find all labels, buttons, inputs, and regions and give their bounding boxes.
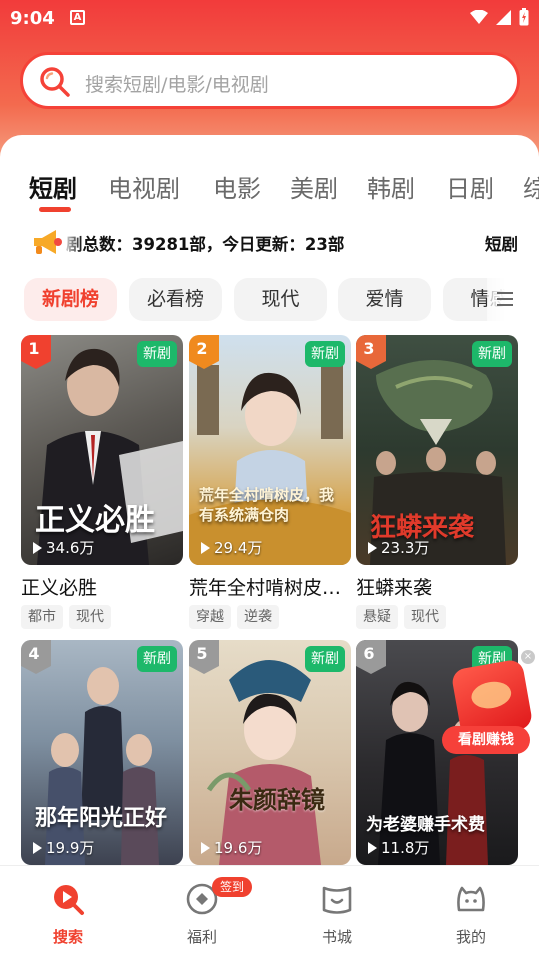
- profile-face-icon: [457, 886, 485, 912]
- tab-tv-series[interactable]: 电视剧: [108, 169, 180, 204]
- drama-poster[interactable]: 5 新剧 朱颜辞镜 19.6万: [189, 640, 351, 865]
- rank-badge: 2: [189, 335, 219, 369]
- new-badge: 新剧: [305, 646, 345, 672]
- play-icon: [368, 541, 377, 554]
- drama-title[interactable]: 荒年全村啃树皮，我有系统满仓肉: [189, 573, 351, 600]
- new-badge: 新剧: [137, 341, 177, 367]
- drama-tag: 悬疑: [356, 605, 398, 629]
- new-badge: 新剧: [305, 341, 345, 367]
- view-count: 19.6万: [201, 837, 262, 858]
- drama-tag: 现代: [69, 605, 111, 629]
- nav-search-label: 搜索: [52, 928, 83, 946]
- battery-icon: [519, 8, 529, 26]
- poster-title: 那年阳光正好: [35, 806, 168, 831]
- notice-bar[interactable]: 剧总数：39281部，今日更新：23部 短剧: [0, 225, 539, 259]
- new-badge: 新剧: [472, 341, 512, 367]
- tab-movie[interactable]: 电影: [213, 169, 261, 204]
- menu-icon: [497, 292, 513, 306]
- wifi-icon: [470, 10, 488, 24]
- notice-fade-left: [62, 225, 82, 259]
- search-bar[interactable]: 搜索短剧/电影/电视剧: [20, 52, 520, 109]
- tab-variety[interactable]: 综: [523, 169, 539, 204]
- play-icon: [368, 841, 377, 854]
- drama-poster[interactable]: 4 新剧 那年阳光正好 19.9万: [21, 640, 183, 865]
- play-icon: [33, 841, 42, 854]
- drama-poster[interactable]: 1 新剧 正义必胜 34.6万: [21, 335, 183, 565]
- rank-badge: 5: [189, 640, 219, 674]
- status-time: 9:04: [10, 8, 55, 29]
- nav-bookstore-label: 书城: [321, 928, 352, 946]
- earn-promo-label: 看剧赚钱: [442, 726, 530, 754]
- category-tabs: 短剧 电视剧 电影 美剧 韩剧 日剧 综: [0, 165, 539, 215]
- poster-title: 正义必胜: [35, 503, 155, 538]
- rank-badge: 6: [356, 640, 386, 674]
- status-bar: 9:04 A: [0, 0, 539, 36]
- play-icon: [201, 841, 210, 854]
- active-tab-indicator: [39, 207, 71, 212]
- poster-title: 朱颜辞镜: [229, 786, 325, 814]
- view-count: 29.4万: [201, 537, 262, 558]
- drama-tag: 穿越: [189, 605, 231, 629]
- rank-badge: 3: [356, 335, 386, 369]
- tab-korean-drama[interactable]: 韩剧: [367, 169, 415, 204]
- nav-profile[interactable]: 我的: [431, 882, 511, 947]
- poster-title: 为老婆赚手术费: [366, 815, 485, 835]
- sign-in-badge[interactable]: 签到: [212, 877, 252, 897]
- play-icon: [201, 541, 210, 554]
- drama-title[interactable]: 狂蟒来袭: [356, 573, 518, 600]
- play-icon: [33, 541, 42, 554]
- notice-text: 剧总数：39281部，今日更新：23部: [66, 235, 345, 254]
- close-icon[interactable]: ×: [521, 650, 535, 664]
- notice-fade-right: [519, 225, 539, 259]
- megaphone-icon: [34, 230, 62, 254]
- bottom-nav: 搜索 福利 书城 我的: [0, 865, 539, 958]
- view-count: 11.8万: [368, 837, 429, 858]
- drama-title[interactable]: 正义必胜: [21, 573, 183, 600]
- earn-promo-widget[interactable]: × 看剧赚钱: [436, 650, 536, 754]
- drama-poster[interactable]: 3 新剧 狂蟒来袭 23.3万: [356, 335, 518, 565]
- poster-art: [189, 361, 351, 565]
- new-badge: 新剧: [137, 646, 177, 672]
- search-placeholder: 搜索短剧/电影/电视剧: [85, 74, 269, 96]
- drama-tag: 现代: [404, 605, 446, 629]
- notice-text-next: 短剧: [485, 235, 518, 254]
- chip-menu-button[interactable]: [487, 278, 539, 322]
- chip-new-ranking[interactable]: 新剧榜: [24, 278, 117, 321]
- rank-badge: 1: [21, 335, 51, 369]
- drama-tags: 都市 现代: [21, 605, 111, 629]
- view-count: 23.3万: [368, 537, 429, 558]
- book-icon: [322, 886, 352, 914]
- chip-must-watch[interactable]: 必看榜: [129, 278, 222, 321]
- system-icons: [470, 8, 529, 26]
- nav-bookstore[interactable]: 书城: [297, 882, 377, 947]
- drama-poster[interactable]: 2 新剧 荒年全村啃树皮，我有系统满仓肉 29.4万: [189, 335, 351, 565]
- chip-romance[interactable]: 爱情: [338, 278, 431, 321]
- poster-title: 荒年全村啃树皮，我有系统满仓肉: [199, 486, 335, 524]
- chip-modern[interactable]: 现代: [234, 278, 327, 321]
- view-count: 19.9万: [33, 837, 94, 858]
- tab-japanese-drama[interactable]: 日剧: [446, 169, 494, 204]
- drama-tag: 都市: [21, 605, 63, 629]
- filter-chips: 新剧榜 必看榜 现代 爱情 情感: [0, 278, 539, 322]
- nav-welfare-label: 福利: [186, 928, 217, 946]
- tab-us-drama[interactable]: 美剧: [290, 169, 338, 204]
- signal-icon: [496, 9, 511, 25]
- search-play-icon: [54, 885, 84, 915]
- nav-search[interactable]: 搜索: [28, 882, 108, 947]
- tab-short-drama[interactable]: 短剧: [29, 169, 77, 204]
- drama-tag: 逆袭: [237, 605, 279, 629]
- search-icon: [40, 67, 70, 97]
- notification-icon: A: [70, 10, 85, 25]
- rank-badge: 4: [21, 640, 51, 674]
- drama-tags: 穿越 逆袭: [189, 605, 279, 629]
- view-count: 34.6万: [33, 537, 94, 558]
- nav-profile-label: 我的: [455, 928, 486, 946]
- drama-tags: 悬疑 现代: [356, 605, 446, 629]
